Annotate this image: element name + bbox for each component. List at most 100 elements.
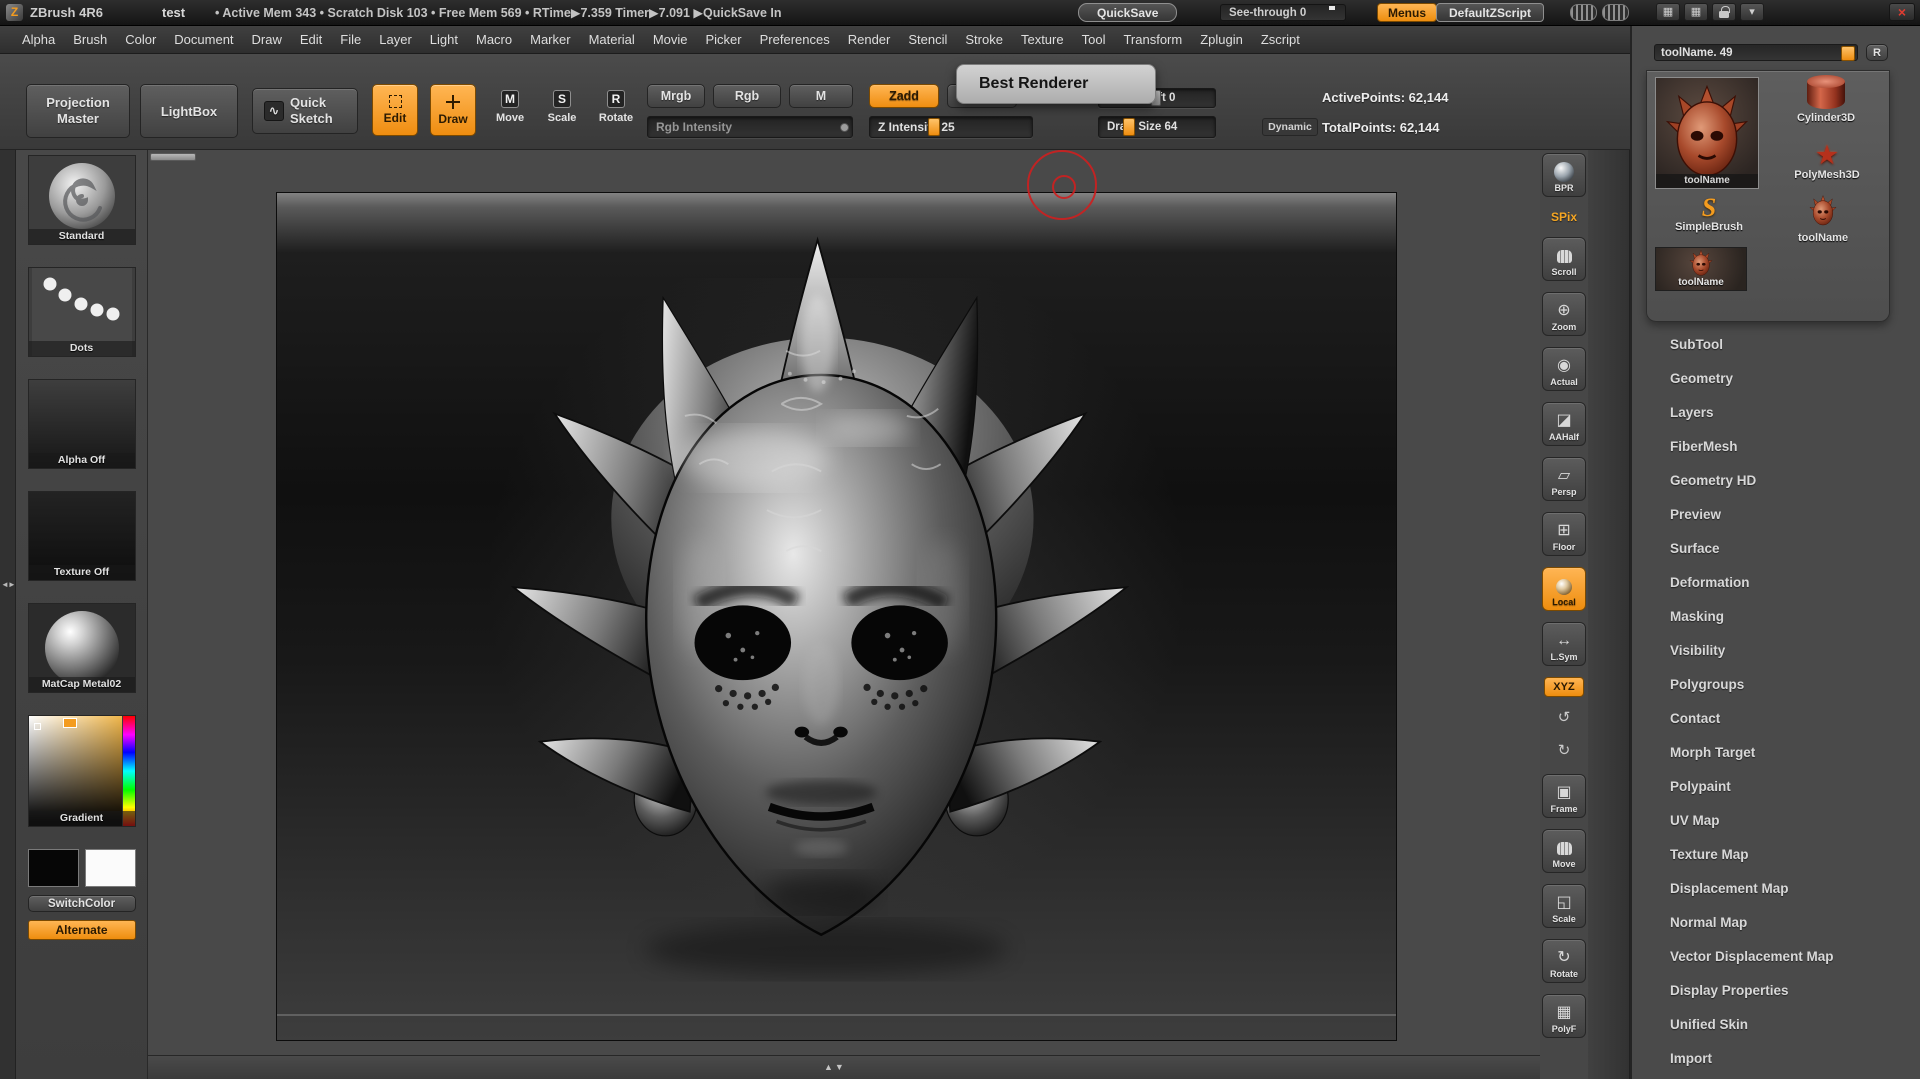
- rgb-button[interactable]: Rgb: [713, 84, 781, 108]
- tool-section-header[interactable]: Polypaint: [1632, 770, 1920, 804]
- menu-item[interactable]: Light: [421, 26, 467, 54]
- document-canvas[interactable]: [276, 192, 1397, 1041]
- tool-item-toolname-recent[interactable]: toolName: [1655, 247, 1747, 291]
- tool-section-header[interactable]: Displacement Map: [1632, 872, 1920, 906]
- tool-section-header[interactable]: Surface: [1632, 532, 1920, 566]
- tool-section-header[interactable]: Vector Displacement Map: [1632, 940, 1920, 974]
- brush-thumbnail[interactable]: Standard: [27, 155, 136, 245]
- gradient-sv-square[interactable]: [28, 716, 122, 826]
- current-brush-selector[interactable]: Standard: [27, 155, 136, 245]
- menu-item[interactable]: Zscript: [1252, 26, 1309, 54]
- strip-button[interactable]: Zoom: [1542, 292, 1586, 336]
- dynamic-toggle[interactable]: Dynamic: [1262, 118, 1318, 136]
- menu-item[interactable]: Stroke: [956, 26, 1012, 54]
- projection-master-button[interactable]: Projection Master: [26, 84, 130, 138]
- tool-section-header[interactable]: Deformation: [1632, 566, 1920, 600]
- move-mode-button[interactable]: M Move: [488, 86, 532, 136]
- strip-button[interactable]: AAHalf: [1542, 402, 1586, 446]
- tray-toggle-handle[interactable]: ◄►: [1, 580, 16, 589]
- secondary-color-swatch[interactable]: [84, 849, 136, 887]
- document-scroll-track[interactable]: [277, 1014, 1396, 1016]
- material-thumbnail[interactable]: MatCap Metal02: [27, 603, 136, 693]
- quick-sketch-button[interactable]: Quick Sketch: [252, 88, 358, 134]
- menu-item[interactable]: Movie: [644, 26, 697, 54]
- tool-section-header[interactable]: Morph Target: [1632, 736, 1920, 770]
- tool-section-header[interactable]: FiberMesh: [1632, 430, 1920, 464]
- tool-section-header[interactable]: Import: [1632, 1042, 1920, 1076]
- strip-button[interactable]: BPR: [1542, 153, 1586, 197]
- menu-item[interactable]: Render: [839, 26, 900, 54]
- zadd-button[interactable]: Zadd: [869, 84, 939, 108]
- slider-knob[interactable]: [928, 118, 940, 136]
- main-color-swatch[interactable]: [27, 849, 79, 887]
- switch-color-button[interactable]: SwitchColor: [27, 895, 136, 912]
- tool-section-header[interactable]: Display Properties: [1632, 974, 1920, 1008]
- gradient-hue-strip[interactable]: [122, 716, 135, 826]
- tool-item-polymesh3d[interactable]: ★ PolyMesh3D: [1773, 141, 1881, 187]
- current-material-selector[interactable]: MatCap Metal02: [27, 603, 136, 693]
- tool-section-header[interactable]: Contact: [1632, 702, 1920, 736]
- menu-item[interactable]: Stencil: [899, 26, 956, 54]
- draw-mode-button[interactable]: Draw: [430, 84, 476, 136]
- slider-knob[interactable]: [840, 123, 849, 132]
- strip-button[interactable]: L.Sym: [1542, 622, 1586, 666]
- tool-section-header[interactable]: Masking: [1632, 600, 1920, 634]
- menu-item[interactable]: Tool: [1073, 26, 1115, 54]
- strip-button[interactable]: Rotate: [1542, 939, 1586, 983]
- tool-section-header[interactable]: Texture Map: [1632, 838, 1920, 872]
- strip-button[interactable]: PolyF: [1542, 994, 1586, 1038]
- strip-button[interactable]: XYZ: [1544, 677, 1584, 697]
- menu-item[interactable]: Document: [165, 26, 242, 54]
- rgb-intensity-slider[interactable]: Rgb Intensity: [647, 116, 853, 138]
- menu-item[interactable]: Material: [580, 26, 644, 54]
- stroke-thumbnail[interactable]: Dots: [27, 267, 136, 357]
- strip-button[interactable]: Scroll: [1542, 237, 1586, 281]
- current-alpha-selector[interactable]: Alpha Off: [27, 379, 136, 469]
- z-intensity-slider[interactable]: Z Intensity 25: [869, 116, 1033, 138]
- canvas-scroll-arrows[interactable]: ▲▼: [824, 1062, 846, 1072]
- tool-section-header[interactable]: Normal Map: [1632, 906, 1920, 940]
- tool-section-header[interactable]: Visibility: [1632, 634, 1920, 668]
- tool-section-header[interactable]: Unified Skin: [1632, 1008, 1920, 1042]
- see-through-slider[interactable]: See-through 0: [1220, 4, 1346, 21]
- quicksave-button[interactable]: QuickSave: [1078, 3, 1178, 22]
- alternate-button[interactable]: Alternate: [27, 920, 136, 940]
- menu-item[interactable]: Picker: [697, 26, 751, 54]
- collapse-button[interactable]: ▾: [1740, 3, 1764, 21]
- tool-name-slider[interactable]: toolName. 49: [1654, 44, 1858, 61]
- restore-config-button[interactable]: R: [1866, 44, 1888, 61]
- texture-thumbnail[interactable]: Texture Off: [27, 491, 136, 581]
- menu-item[interactable]: Macro: [467, 26, 521, 54]
- menu-item[interactable]: Texture: [1012, 26, 1073, 54]
- menus-button[interactable]: Menus: [1377, 3, 1438, 22]
- tool-item-toolname[interactable]: toolName: [1773, 195, 1873, 244]
- menu-item[interactable]: Preferences: [751, 26, 839, 54]
- current-texture-selector[interactable]: Texture Off: [27, 491, 136, 581]
- strip-button[interactable]: Floor: [1542, 512, 1586, 556]
- tray-grip-handle[interactable]: [1570, 4, 1597, 21]
- menu-item[interactable]: Draw: [243, 26, 291, 54]
- lightbox-button[interactable]: LightBox: [140, 84, 238, 138]
- strip-button[interactable]: Frame: [1542, 774, 1586, 818]
- color-gradient-picker[interactable]: Gradient: [27, 715, 136, 827]
- tool-item-cylinder3d[interactable]: Cylinder3D: [1769, 75, 1883, 137]
- strip-button[interactable]: [1542, 741, 1586, 763]
- menu-item[interactable]: Layer: [370, 26, 421, 54]
- tool-item-simplebrush[interactable]: S SimpleBrush: [1661, 195, 1757, 239]
- m-button[interactable]: M: [789, 84, 853, 108]
- tool-section-header[interactable]: UV Map: [1632, 804, 1920, 838]
- strip-button[interactable]: Move: [1542, 829, 1586, 873]
- gradient-box[interactable]: Gradient: [27, 715, 136, 827]
- menu-item[interactable]: File: [331, 26, 370, 54]
- tool-section-header[interactable]: Preview: [1632, 498, 1920, 532]
- tool-section-header[interactable]: Layers: [1632, 396, 1920, 430]
- menu-item[interactable]: Brush: [64, 26, 116, 54]
- tray-grip-handle[interactable]: [1602, 4, 1629, 21]
- tool-section-header[interactable]: Polygroups: [1632, 668, 1920, 702]
- menu-item[interactable]: Zplugin: [1191, 26, 1252, 54]
- tool-section-header[interactable]: Geometry: [1632, 362, 1920, 396]
- menu-item[interactable]: Transform: [1114, 26, 1191, 54]
- tool-section-header[interactable]: SubTool: [1632, 328, 1920, 362]
- horizontal-scrollbar[interactable]: [150, 153, 196, 161]
- alpha-thumbnail[interactable]: Alpha Off: [27, 379, 136, 469]
